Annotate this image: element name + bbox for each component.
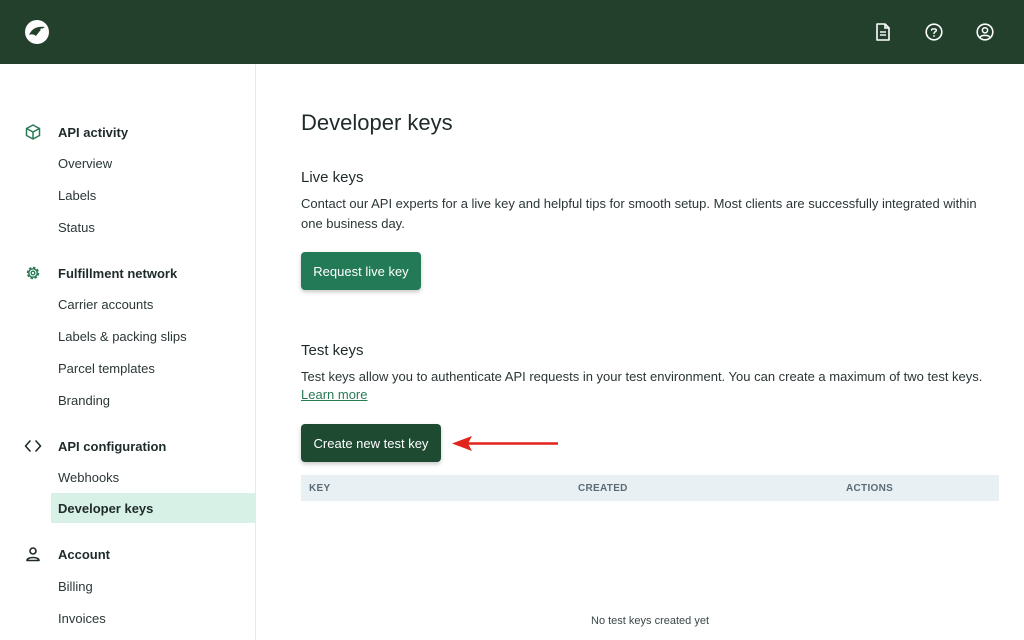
sidebar-item-labels[interactable]: Labels bbox=[51, 180, 255, 210]
sidebar-section-title: Fulfillment network bbox=[58, 265, 178, 281]
page-title: Developer keys bbox=[301, 110, 453, 135]
sidebar-section-title: API activity bbox=[58, 124, 129, 140]
code-icon bbox=[24, 437, 42, 455]
column-header-created: CREATED bbox=[578, 483, 628, 494]
user-circle-icon[interactable] bbox=[974, 21, 996, 43]
sidebar-item-billing[interactable]: Billing bbox=[51, 571, 255, 601]
document-icon[interactable] bbox=[872, 21, 894, 43]
test-keys-heading: Test keys bbox=[301, 342, 364, 359]
sidebar-item-status[interactable]: Status bbox=[51, 212, 255, 242]
main-content: Developer keys Live keys Contact our API… bbox=[256, 64, 1024, 640]
sidebar-section-title: Account bbox=[58, 546, 110, 562]
sidebar-item-branding[interactable]: Branding bbox=[51, 385, 255, 415]
live-keys-description: Contact our API experts for a live key a… bbox=[301, 196, 977, 231]
sidebar-item-invoices[interactable]: Invoices bbox=[51, 603, 255, 633]
sidebar-item-webhooks[interactable]: Webhooks bbox=[51, 462, 255, 492]
live-keys-heading: Live keys bbox=[301, 169, 364, 186]
sidebar-item-developer-keys[interactable]: Developer keys bbox=[51, 493, 255, 523]
sidebar-section-account: Account bbox=[24, 542, 110, 566]
request-live-key-button[interactable]: Request live key bbox=[301, 252, 421, 290]
sidebar: API activity Overview Labels Status Fulf… bbox=[0, 64, 256, 640]
box-icon bbox=[24, 123, 42, 141]
gear-icon bbox=[24, 264, 42, 282]
column-header-actions: ACTIONS bbox=[846, 483, 894, 494]
sidebar-section-api-configuration: API configuration bbox=[24, 434, 166, 458]
test-keys-description: Test keys allow you to authenticate API … bbox=[301, 369, 983, 384]
bird-logo-icon[interactable] bbox=[24, 19, 50, 45]
keys-table-header: KEY CREATED ACTIONS bbox=[301, 475, 999, 501]
sidebar-item-overview[interactable]: Overview bbox=[51, 148, 255, 178]
sidebar-section-title: API configuration bbox=[58, 438, 167, 454]
sidebar-item-parcel-templates[interactable]: Parcel templates bbox=[51, 353, 255, 383]
learn-more-link[interactable]: Learn more bbox=[301, 387, 367, 402]
person-icon bbox=[24, 545, 42, 563]
top-bar bbox=[0, 0, 1024, 64]
help-circle-icon[interactable] bbox=[923, 21, 945, 43]
create-new-test-key-button[interactable]: Create new test key bbox=[301, 424, 441, 462]
empty-state-text: No test keys created yet bbox=[591, 615, 709, 627]
sidebar-section-fulfillment-network: Fulfillment network bbox=[24, 261, 177, 285]
column-header-key: KEY bbox=[309, 483, 331, 494]
annotation-arrow bbox=[452, 436, 558, 451]
sidebar-item-carrier-accounts[interactable]: Carrier accounts bbox=[51, 289, 255, 319]
sidebar-item-labels-packing-slips[interactable]: Labels & packing slips bbox=[51, 321, 255, 351]
sidebar-section-api-activity: API activity bbox=[24, 120, 128, 144]
